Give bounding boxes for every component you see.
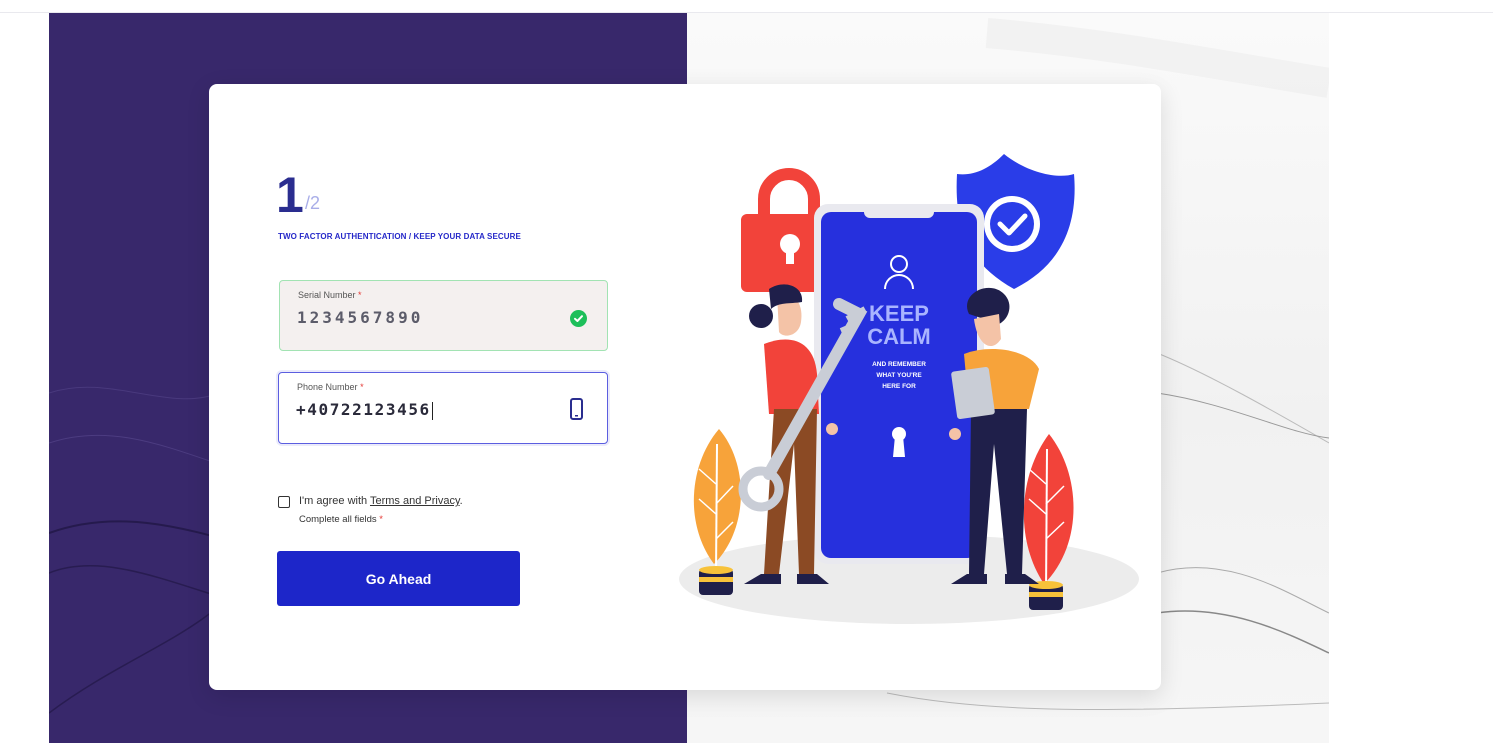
step-total: /2	[305, 193, 321, 213]
remember-text-1: AND REMEMBER	[872, 361, 926, 368]
terms-privacy-link[interactable]: Terms and Privacy	[370, 495, 460, 507]
serial-number-label: Serial Number *	[298, 290, 362, 300]
required-mark: *	[358, 290, 362, 300]
agree-label: I'm agree with Terms and Privacy.	[299, 495, 463, 507]
serial-number-input[interactable]: 1234567890	[297, 308, 423, 327]
complete-fields-text: Complete all fields	[299, 514, 380, 525]
page-subtitle: TWO FACTOR AUTHENTICATION / KEEP YOUR DA…	[278, 232, 521, 241]
agree-prefix: I'm agree with	[299, 495, 370, 507]
serial-number-label-text: Serial Number	[298, 290, 356, 300]
required-mark: *	[379, 514, 383, 525]
phone-number-input[interactable]: +40722123456	[296, 400, 433, 420]
step-indicator: 1 /2	[276, 167, 320, 223]
step-current: 1	[276, 167, 304, 223]
complete-fields-note: Complete all fields *	[299, 514, 383, 525]
phone-number-field[interactable]: Phone Number * +40722123456	[278, 372, 608, 444]
serial-number-field[interactable]: Serial Number * 1234567890	[279, 280, 608, 351]
phone-number-label-text: Phone Number	[297, 382, 358, 392]
remember-text-3: HERE FOR	[882, 383, 916, 390]
phone-number-label: Phone Number *	[297, 382, 364, 392]
calm-text: CALM	[867, 324, 931, 349]
go-ahead-button[interactable]: Go Ahead	[277, 551, 520, 606]
agree-suffix: .	[459, 495, 463, 507]
text-caret	[431, 401, 433, 420]
security-illustration: KEEP CALM AND REMEMBER WHAT YOU'RE HERE …	[679, 154, 1139, 624]
required-mark: *	[360, 382, 364, 392]
phone-number-value: +40722123456	[296, 400, 431, 419]
auth-card: 1 /2 TWO FACTOR AUTHENTICATION / KEEP YO…	[209, 84, 1161, 690]
keep-text: KEEP	[869, 301, 929, 326]
agree-checkbox[interactable]	[278, 496, 290, 508]
check-circle-icon	[570, 310, 587, 327]
mobile-phone-icon	[570, 398, 583, 420]
remember-text-2: WHAT YOU'RE	[876, 372, 922, 379]
